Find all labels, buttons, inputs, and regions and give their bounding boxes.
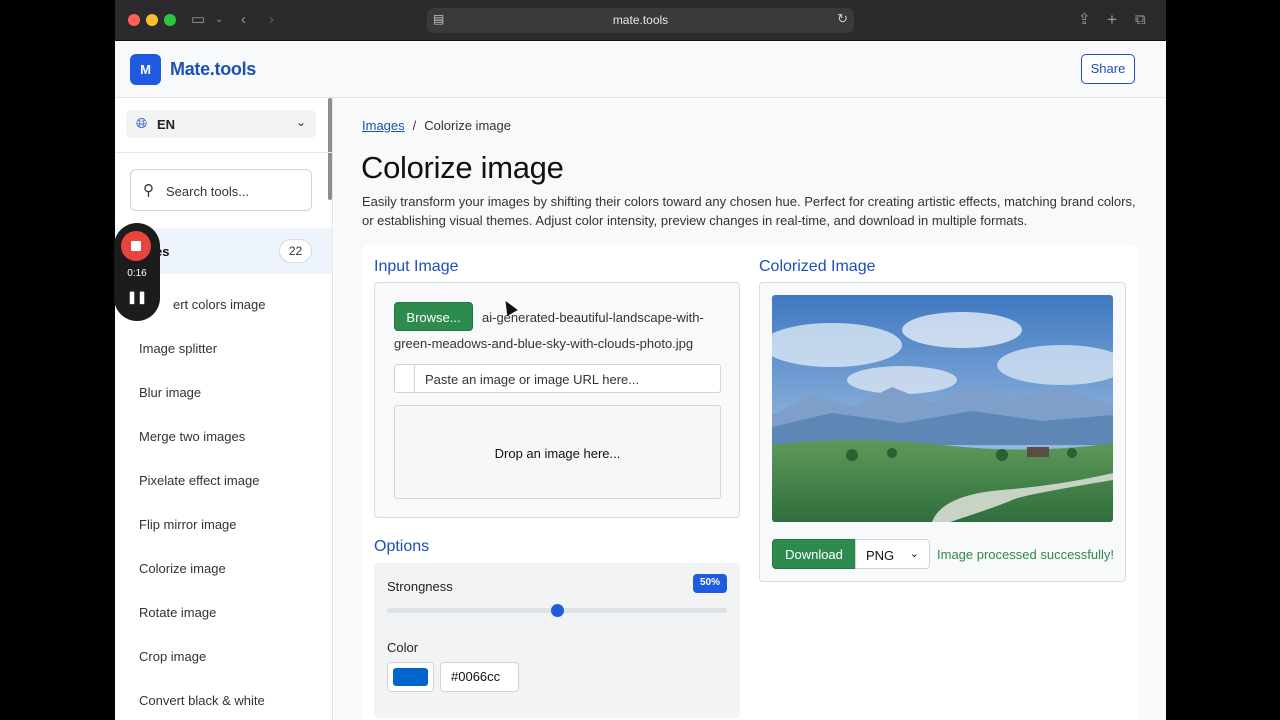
sidebar-item-blur-image[interactable]: Blur image xyxy=(139,385,201,400)
breadcrumb: Images / Colorize image xyxy=(362,118,511,133)
sidebar: 🌐︎ EN ⌄ ⚲ Search tools... es 22 ert colo… xyxy=(115,98,333,720)
sidebar-item-crop[interactable]: Crop image xyxy=(139,649,206,664)
sidebar-item-image-splitter[interactable]: Image splitter xyxy=(139,341,217,356)
color-label: Color xyxy=(387,640,419,655)
sidebar-item-rotate[interactable]: Rotate image xyxy=(139,605,216,620)
color-picker[interactable] xyxy=(387,662,434,692)
strongness-label: Strongness xyxy=(387,579,453,594)
back-arrow-icon[interactable]: ‹ xyxy=(241,9,246,31)
download-button[interactable]: Download xyxy=(772,539,856,569)
pause-icon[interactable]: ❚❚ xyxy=(114,290,160,304)
address-url: mate.tools xyxy=(612,13,669,27)
zoom-window-button[interactable] xyxy=(164,14,176,26)
forward-arrow-icon[interactable]: › xyxy=(269,9,274,31)
output-image-panel: Download PNG ⌄ Image processed successfu… xyxy=(759,282,1126,582)
drop-zone-text: Drop an image here... xyxy=(494,446,621,461)
chevron-down-icon[interactable]: ⌄ xyxy=(215,9,223,31)
landscape-image xyxy=(772,295,1113,522)
strongness-value-badge: 50% xyxy=(693,574,727,593)
recording-time: 0:16 xyxy=(127,268,147,279)
breadcrumb-link-images[interactable]: Images xyxy=(362,118,405,133)
options-panel: Strongness 50% Color #0066cc xyxy=(374,563,740,718)
share-icon[interactable]: ⇪ xyxy=(1078,9,1091,31)
sidebar-toggle-icon[interactable]: ▭ xyxy=(191,9,205,31)
paste-input-addon xyxy=(395,365,415,392)
sidebar-item-pixelate[interactable]: Pixelate effect image xyxy=(139,473,259,488)
paste-url-input[interactable]: Paste an image or image URL here... xyxy=(394,364,721,393)
input-image-panel: ai-generated-beautiful-landscape-with-gr… xyxy=(374,282,740,518)
new-tab-icon[interactable]: + xyxy=(1107,9,1117,31)
search-input[interactable]: ⚲ Search tools... xyxy=(130,169,312,211)
status-message: Image processed successfully! xyxy=(937,547,1115,562)
category-count-badge: 22 xyxy=(279,239,312,263)
screen-recorder-widget: 0:16 ❚❚ xyxy=(114,223,160,321)
search-icon: ⚲ xyxy=(143,182,154,199)
chevron-down-icon: ⌄ xyxy=(295,115,306,129)
browser-window: ▭ ⌄ ‹ › ▤ mate.tools ↻ ⇪ + ⧉ M Mate.tool… xyxy=(115,0,1166,720)
paste-placeholder: Paste an image or image URL here... xyxy=(425,372,640,387)
sidebar-item-flip-mirror[interactable]: Flip mirror image xyxy=(139,517,237,532)
minimize-window-button[interactable] xyxy=(146,14,158,26)
sidebar-item-colorize[interactable]: Colorize image xyxy=(139,561,226,576)
slider-thumb[interactable] xyxy=(550,604,564,617)
options-title: Options xyxy=(374,538,430,555)
format-select[interactable]: PNG ⌄ xyxy=(855,539,930,569)
strongness-slider[interactable] xyxy=(387,604,727,617)
page-title: Colorize image xyxy=(361,150,564,185)
page-description: Easily transform your images by shifting… xyxy=(362,194,1136,228)
breadcrumb-current: Colorize image xyxy=(424,118,511,133)
reload-icon[interactable]: ↻ xyxy=(837,11,848,27)
format-value: PNG xyxy=(866,548,895,563)
browse-button[interactable]: Browse... xyxy=(394,302,473,331)
globe-icon: 🌐︎ xyxy=(136,115,148,131)
browser-toolbar: ▭ ⌄ ‹ › ▤ mate.tools ↻ ⇪ + ⧉ xyxy=(115,0,1166,41)
chevron-down-icon: ⌄ xyxy=(909,548,919,560)
sidebar-item-merge-images[interactable]: Merge two images xyxy=(139,429,245,444)
logo-icon[interactable]: M xyxy=(130,54,161,85)
color-swatch xyxy=(393,668,428,686)
close-window-button[interactable] xyxy=(128,14,140,26)
colorized-image-title: Colorized Image xyxy=(759,258,876,275)
language-code: EN xyxy=(157,117,176,132)
address-bar[interactable]: ▤ mate.tools ↻ xyxy=(427,8,854,33)
sidebar-item-black-white[interactable]: Convert black & white xyxy=(139,693,265,708)
breadcrumb-separator: / xyxy=(412,118,417,133)
search-placeholder: Search tools... xyxy=(166,184,250,199)
color-hex-input[interactable]: #0066cc xyxy=(440,662,519,692)
input-image-title: Input Image xyxy=(374,258,459,275)
main-content: Images / Colorize image Colorize image Eas… xyxy=(334,98,1166,720)
language-selector[interactable]: 🌐︎ EN ⌄ xyxy=(126,110,316,138)
colorized-image-preview xyxy=(772,295,1113,522)
sidebar-item-invert-colors[interactable]: ert colors image xyxy=(173,297,265,312)
site-header: M Mate.tools Share xyxy=(115,41,1166,98)
divider xyxy=(115,152,332,153)
stop-recording-button[interactable] xyxy=(121,231,151,261)
drop-zone[interactable]: Drop an image here... xyxy=(394,405,721,499)
brand-name[interactable]: Mate.tools xyxy=(170,59,256,80)
share-button[interactable]: Share xyxy=(1081,54,1135,84)
sidebar-scrollbar[interactable] xyxy=(328,98,332,200)
tool-card: Input Image ai-generated-beautiful-lands… xyxy=(362,245,1138,720)
tab-overview-icon[interactable]: ⧉ xyxy=(1135,9,1146,31)
